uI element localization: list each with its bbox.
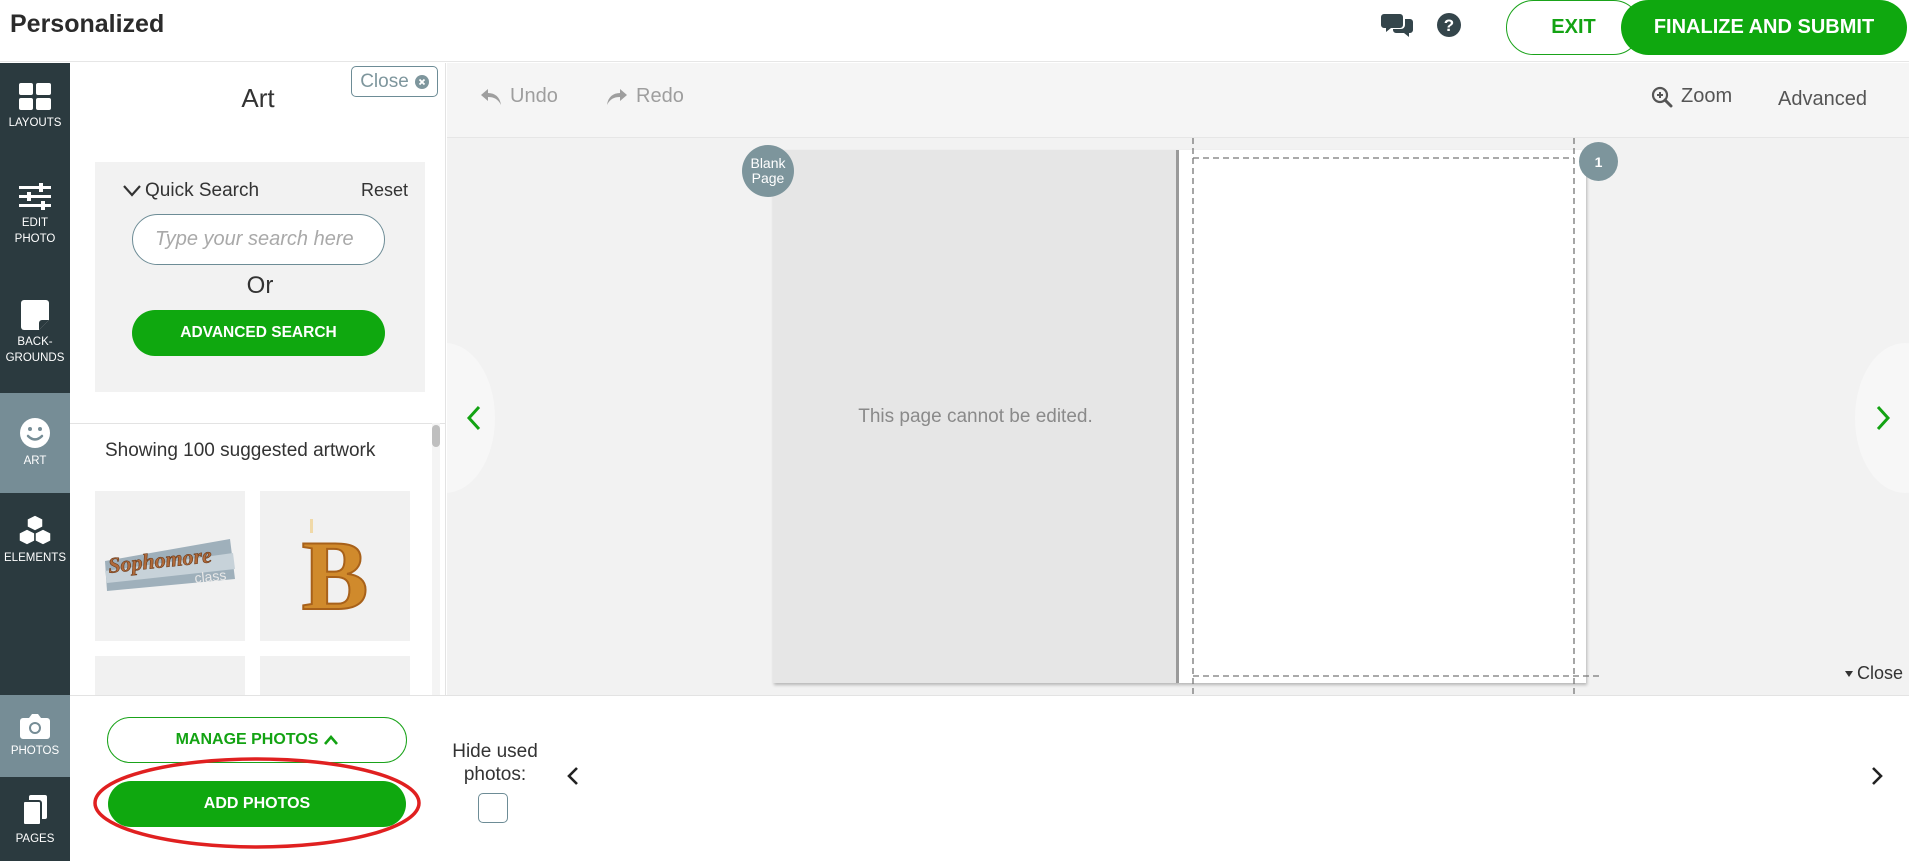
panel-divider (70, 423, 445, 424)
hide-used-photos-checkbox[interactable] (478, 793, 508, 823)
layouts-grid-icon (19, 83, 51, 110)
class-art-text: class (194, 567, 227, 586)
rail-item-label: PAGES (15, 833, 55, 845)
left-tool-rail: LAYOUTS EDIT PHOTO BACK- GROUNDS ART ELE… (0, 63, 70, 861)
tray-close-toggle[interactable]: Close (1845, 663, 1903, 684)
chevron-up-icon (324, 735, 339, 745)
rail-item-photos[interactable]: PHOTOS (0, 695, 70, 777)
chevron-left-icon (567, 767, 578, 785)
add-photos-button[interactable]: ADD PHOTOS (108, 781, 406, 827)
art-panel: Art Close Quick Search Reset Or ADVANCED… (70, 63, 446, 695)
zoom-label: Zoom (1681, 85, 1733, 107)
background-page-icon (21, 300, 49, 330)
smiley-icon (20, 418, 50, 448)
tray-close-label: Close (1857, 663, 1904, 683)
zoom-button[interactable]: Zoom (1651, 85, 1732, 108)
safe-area-guides (1192, 138, 1601, 695)
pages-stack-icon (22, 795, 47, 826)
rail-item-backgrounds[interactable]: BACK- GROUNDS (0, 300, 70, 366)
sliders-icon (19, 183, 51, 210)
finalize-and-submit-button[interactable]: FINALIZE AND SUBMIT (1621, 0, 1907, 55)
page-editor: Undo Redo Zoom Advanced This page cannot… (447, 63, 1909, 695)
top-bar: Personalized ? EXIT FINALIZE AND SUBMIT (0, 0, 1909, 62)
showing-count-text: Showing 100 suggested artwork (105, 440, 376, 461)
redo-label: Redo (636, 85, 684, 107)
artwork-tile[interactable] (95, 656, 245, 695)
hide-used-photos-label: Hide used photos: (452, 741, 538, 785)
artwork-tile-sophomore[interactable]: Sophomore class (95, 491, 245, 641)
panel-close-button[interactable]: Close (351, 66, 438, 97)
rail-item-label: BACK- GROUNDS (5, 336, 65, 364)
rail-item-label: ART (23, 455, 47, 467)
rail-item-layouts[interactable]: LAYOUTS (0, 83, 70, 131)
rail-item-pages[interactable]: PAGES (0, 795, 70, 847)
page-number-badge: 1 (1579, 142, 1618, 181)
svg-text:?: ? (1444, 16, 1454, 35)
question-circle-icon[interactable]: ? (1434, 10, 1466, 40)
chevron-right-icon (1872, 767, 1883, 785)
reset-link[interactable]: Reset (361, 180, 408, 201)
close-circle-icon (414, 74, 429, 89)
manage-photos-button[interactable]: MANAGE PHOTOS (107, 717, 407, 763)
editor-toolbar: Undo Redo Zoom Advanced (447, 63, 1909, 138)
panel-close-label: Close (360, 70, 409, 92)
artwork-tile[interactable] (260, 656, 410, 695)
cubes-icon (18, 514, 52, 546)
manage-photos-label: MANAGE PHOTOS (175, 731, 319, 748)
rail-item-label: LAYOUTS (8, 117, 62, 129)
blank-page-badge: Blank Page (742, 145, 794, 197)
zoom-in-icon (1651, 86, 1673, 107)
quick-search-label: Quick Search (145, 180, 260, 201)
rail-item-label: ELEMENTS (4, 552, 66, 564)
rail-item-elements[interactable]: ELEMENTS (0, 514, 70, 566)
sophomore-art-image: Sophomore class (105, 539, 235, 591)
undo-icon (481, 88, 501, 105)
quick-search-toggle[interactable]: Quick Search (123, 180, 259, 202)
app-title: Personalized (10, 10, 165, 38)
rail-item-label: PHOTOS (10, 745, 60, 757)
rail-item-art[interactable]: ART (0, 393, 70, 493)
rail-item-edit-photo[interactable]: EDIT PHOTO (0, 183, 70, 247)
rail-item-label: EDIT PHOTO (14, 217, 56, 245)
letter-b-art-image: B (301, 519, 369, 632)
redo-icon (607, 88, 627, 105)
blank-page-badge-text: Blank Page (750, 155, 786, 186)
panel-scrollbar-thumb[interactable] (432, 425, 440, 447)
advanced-button[interactable]: Advanced (1778, 88, 1867, 111)
undo-button[interactable]: Undo (480, 85, 558, 108)
advanced-search-button[interactable]: ADVANCED SEARCH (132, 310, 385, 356)
photo-tray: MANAGE PHOTOS ADD PHOTOS Hide used photo… (70, 695, 1909, 861)
undo-label: Undo (510, 85, 558, 107)
or-label: Or (246, 272, 274, 299)
chat-bubbles-icon[interactable] (1381, 10, 1413, 40)
quick-search-box: Quick Search Reset Or ADVANCED SEARCH (95, 162, 425, 392)
caret-down-icon (1845, 670, 1853, 677)
letter-b-art-text: B (302, 520, 369, 631)
tray-next-button[interactable] (1862, 761, 1892, 791)
search-input[interactable] (132, 214, 385, 265)
chevron-down-icon (123, 185, 141, 197)
panel-scrollbar-track[interactable] (432, 423, 440, 695)
camera-icon (20, 714, 50, 739)
tray-prev-button[interactable] (558, 761, 588, 791)
artwork-tile-letter-b[interactable]: B (260, 491, 410, 641)
app-root: Personalized ? EXIT FINALIZE AND SUBMIT (0, 0, 1909, 861)
redo-button[interactable]: Redo (606, 85, 684, 108)
